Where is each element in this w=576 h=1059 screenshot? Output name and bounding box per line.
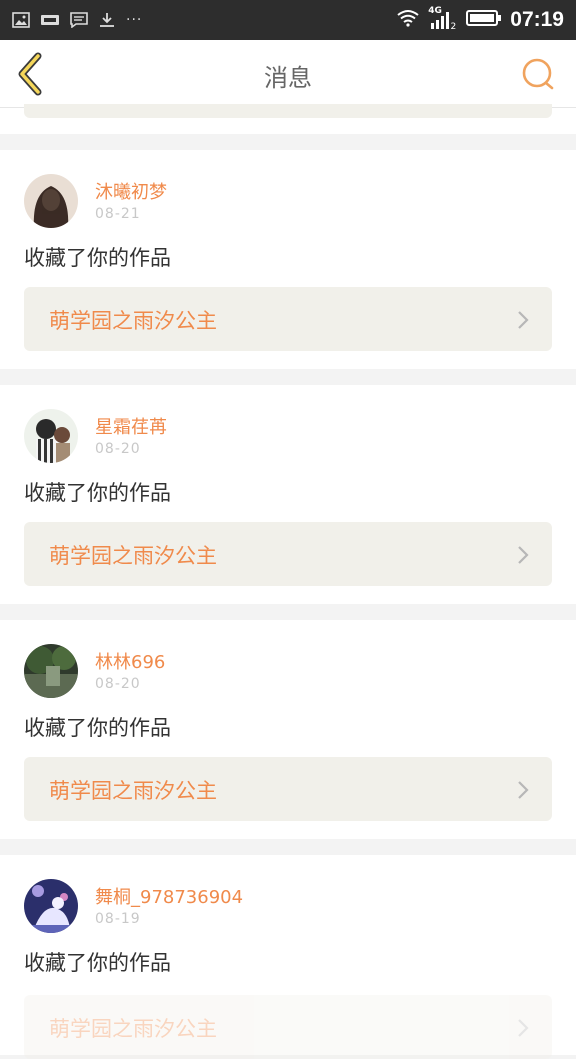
chevron-right-icon	[518, 781, 529, 799]
image-icon	[12, 12, 30, 28]
wifi-icon	[396, 9, 420, 31]
message-action: 收藏了你的作品	[24, 716, 171, 740]
message-card: 沐曦初梦 08-21 收藏了你的作品 萌学园之雨汐公主	[0, 150, 576, 369]
message-action: 收藏了你的作品	[24, 246, 171, 270]
system-indicators: 4G 2 07:19	[396, 6, 564, 33]
signal-icon: 4G 2	[428, 6, 458, 32]
work-link[interactable]: 萌学园之雨汐公主	[24, 995, 552, 1059]
search-icon	[522, 58, 554, 90]
username[interactable]: 星霜荏苒	[95, 413, 167, 439]
message-card: 星霜荏苒 08-20 收藏了你的作品 萌学园之雨汐公主	[0, 385, 576, 604]
user-avatar[interactable]	[24, 409, 78, 463]
sim-slot-label: 2	[450, 22, 457, 32]
more-dots-icon: ···	[126, 12, 143, 28]
message-date: 08-19	[95, 911, 141, 927]
work-title: 萌学园之雨汐公主	[49, 779, 217, 803]
message-action: 收藏了你的作品	[24, 951, 171, 975]
message-card: 舞桐_978736904 08-19 收藏了你的作品 萌学园之雨汐公主	[0, 855, 576, 1059]
nav-bar: 消息	[0, 40, 576, 108]
message-card-partial	[0, 104, 576, 134]
status-bar: ··· 4G 2 07:19	[0, 0, 576, 40]
user-avatar[interactable]	[24, 879, 78, 933]
username[interactable]: 沐曦初梦	[95, 178, 167, 204]
notification-icons: ···	[12, 9, 142, 31]
download-icon	[98, 12, 116, 28]
work-title: 萌学园之雨汐公主	[49, 1017, 217, 1041]
message-date: 08-20	[95, 676, 141, 692]
work-link[interactable]: 萌学园之雨汐公主	[24, 757, 552, 821]
user-avatar[interactable]	[24, 174, 78, 228]
message-date: 08-21	[95, 206, 141, 222]
work-title: 萌学园之雨汐公主	[49, 544, 217, 568]
message-action: 收藏了你的作品	[24, 481, 171, 505]
message-list[interactable]: 沐曦初梦 08-21 收藏了你的作品 萌学园之雨汐公主 星霜荏苒 08-20 收…	[0, 104, 576, 1059]
battery-icon	[466, 9, 502, 31]
chevron-right-icon	[518, 311, 529, 329]
message-icon	[70, 12, 88, 28]
work-title: 萌学园之雨汐公主	[49, 309, 217, 333]
search-button[interactable]	[520, 56, 556, 92]
work-link-partial[interactable]	[24, 104, 552, 118]
page-title: 消息	[264, 64, 312, 92]
username[interactable]: 舞桐_978736904	[95, 883, 243, 909]
user-avatar[interactable]	[24, 644, 78, 698]
chevron-right-icon	[518, 546, 529, 564]
work-link[interactable]: 萌学园之雨汐公主	[24, 287, 552, 351]
message-card: 林林696 08-20 收藏了你的作品 萌学园之雨汐公主	[0, 620, 576, 839]
sale-tag-icon	[40, 12, 60, 28]
message-date: 08-20	[95, 441, 141, 457]
username[interactable]: 林林696	[95, 648, 165, 674]
chevron-right-icon	[518, 1019, 529, 1037]
clock: 07:19	[510, 8, 564, 31]
work-link[interactable]: 萌学园之雨汐公主	[24, 522, 552, 586]
